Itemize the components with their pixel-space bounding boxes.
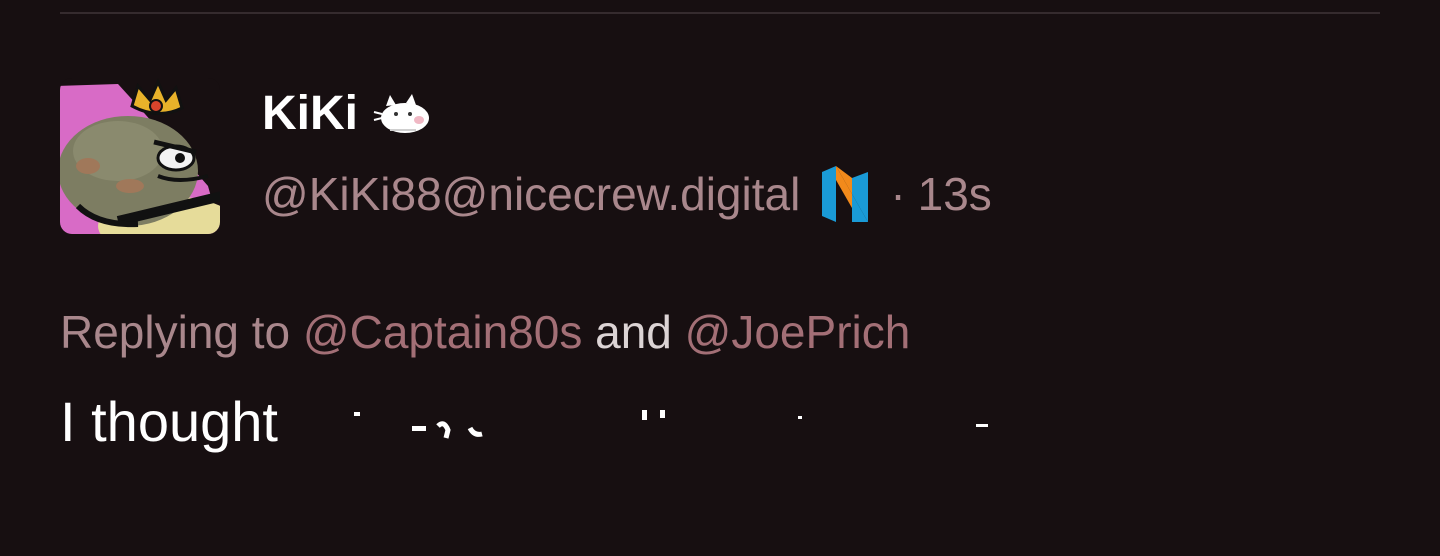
meta-separator: · [890,168,906,220]
mention-link[interactable]: @Captain80s [303,306,582,358]
cat-emoji-icon [373,94,429,133]
divider [60,12,1380,14]
reply-context: Replying to @Captain80s and @JoePrich [60,304,910,360]
user-handle[interactable]: @KiKi88@nicecrew.digital [262,171,800,217]
redacted-text-fragments [354,410,988,439]
display-name[interactable]: KiKi [262,90,358,138]
mention-link[interactable]: @JoePrich [685,306,911,358]
display-name-row: KiKi [262,82,434,146]
handle-row: @KiKi88@nicecrew.digital · 13s [262,162,992,226]
nicecrew-logo-icon [822,166,869,222]
post-timestamp[interactable]: 13s [918,171,992,217]
reply-joiner: and [595,306,672,358]
post-view: KiKi @KiKi88@nicecrew.digital · 13s Repl… [0,0,1440,556]
post-body: I thought [60,390,278,453]
reply-prefix: Replying to [60,306,291,358]
avatar[interactable] [58,76,222,236]
